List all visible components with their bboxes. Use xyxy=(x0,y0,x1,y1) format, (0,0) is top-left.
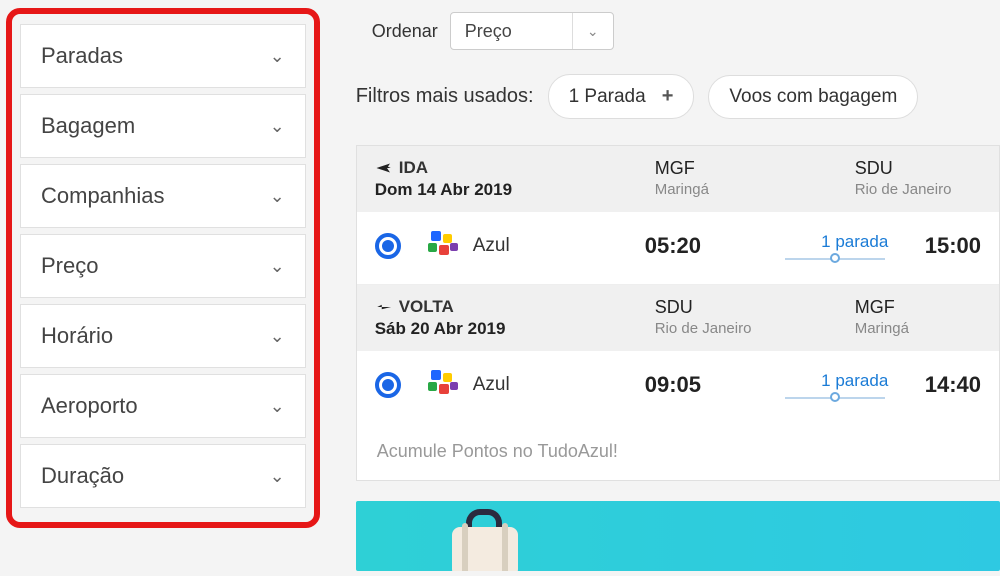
trip-direction-ida: IDA xyxy=(375,158,655,178)
sort-selected: Preço xyxy=(451,13,573,49)
filter-label: Paradas xyxy=(41,43,123,69)
chip-label: 1 Parada xyxy=(569,86,646,108)
chevron-down-icon: ⌄ xyxy=(270,116,285,137)
filters-sidebar: Paradas ⌄ Bagagem ⌄ Companhias ⌄ Preço ⌄… xyxy=(0,0,326,576)
filter-bagagem[interactable]: Bagagem ⌄ xyxy=(20,94,306,158)
stops-link[interactable]: 1 parada xyxy=(785,232,925,260)
quick-filters-label: Filtros mais usados: xyxy=(356,85,534,108)
plane-left-icon xyxy=(375,298,393,316)
chevron-down-icon: ⌄ xyxy=(270,466,285,487)
promo-text: Acumule Pontos no TudoAzul! xyxy=(357,423,999,480)
trip-date: Dom 14 Abr 2019 xyxy=(375,180,655,200)
arrive-time: 15:00 xyxy=(925,233,981,259)
filter-label: Bagagem xyxy=(41,113,135,139)
filter-label: Horário xyxy=(41,323,113,349)
airline-logo-icon xyxy=(425,228,461,264)
destination-airport: MGF Maringá xyxy=(855,297,981,339)
quick-filters-row: Filtros mais usados: 1 Parada + Voos com… xyxy=(356,74,1000,139)
filter-chip-bagagem[interactable]: Voos com bagagem xyxy=(708,75,918,119)
filter-companhias[interactable]: Companhias ⌄ xyxy=(20,164,306,228)
depart-time: 09:05 xyxy=(645,372,785,398)
stops-link[interactable]: 1 parada xyxy=(785,371,925,399)
destination-airport: SDU Rio de Janeiro xyxy=(855,158,981,200)
leg-header-volta: VOLTA Sáb 20 Abr 2019 SDU Rio de Janeiro… xyxy=(357,285,999,351)
arrive-time: 14:40 xyxy=(925,372,981,398)
chevron-down-icon: ⌄ xyxy=(270,46,285,67)
plane-right-icon xyxy=(375,159,393,177)
chevron-down-icon: ⌄ xyxy=(270,186,285,207)
filter-duracao[interactable]: Duração ⌄ xyxy=(20,444,306,508)
leg-header-ida: IDA Dom 14 Abr 2019 MGF Maringá SDU Rio … xyxy=(357,146,999,212)
sort-row: Ordenar Preço ⌄ xyxy=(356,4,1000,74)
filter-preco[interactable]: Preço ⌄ xyxy=(20,234,306,298)
promo-banner[interactable] xyxy=(356,501,1000,571)
filter-aeroporto[interactable]: Aeroporto ⌄ xyxy=(20,374,306,438)
trip-date: Sáb 20 Abr 2019 xyxy=(375,319,655,339)
filter-horario[interactable]: Horário ⌄ xyxy=(20,304,306,368)
airline-name: Azul xyxy=(473,235,510,257)
trip-direction-volta: VOLTA xyxy=(375,297,655,317)
filter-label: Duração xyxy=(41,463,124,489)
filter-label: Companhias xyxy=(41,183,165,209)
chevron-down-icon: ⌄ xyxy=(270,326,285,347)
filter-label: Preço xyxy=(41,253,98,279)
results-main: Ordenar Preço ⌄ Filtros mais usados: 1 P… xyxy=(326,0,1000,576)
filter-paradas[interactable]: Paradas ⌄ xyxy=(20,24,306,88)
chevron-down-icon: ⌄ xyxy=(270,256,285,277)
airline-logo-icon xyxy=(425,367,461,403)
flight-radio[interactable] xyxy=(375,372,401,398)
sort-select[interactable]: Preço ⌄ xyxy=(450,12,614,50)
origin-airport: MGF Maringá xyxy=(655,158,855,200)
plus-icon: + xyxy=(662,85,674,108)
airline-name: Azul xyxy=(473,374,510,396)
flight-row-volta: Azul 09:05 1 parada 14:40 xyxy=(357,351,999,423)
filter-label: Aeroporto xyxy=(41,393,138,419)
airline-cell: Azul xyxy=(425,367,645,403)
flight-result-card: IDA Dom 14 Abr 2019 MGF Maringá SDU Rio … xyxy=(356,145,1000,481)
origin-airport: SDU Rio de Janeiro xyxy=(655,297,855,339)
chevron-down-icon: ⌄ xyxy=(573,23,613,40)
chevron-down-icon: ⌄ xyxy=(270,396,285,417)
filters-highlight: Paradas ⌄ Bagagem ⌄ Companhias ⌄ Preço ⌄… xyxy=(6,8,320,528)
depart-time: 05:20 xyxy=(645,233,785,259)
chip-label: Voos com bagagem xyxy=(729,86,897,108)
sort-label: Ordenar xyxy=(372,21,438,42)
flight-row-ida: Azul 05:20 1 parada 15:00 xyxy=(357,212,999,285)
airline-cell: Azul xyxy=(425,228,645,264)
flight-radio[interactable] xyxy=(375,233,401,259)
filter-chip-parada[interactable]: 1 Parada + xyxy=(548,74,695,119)
